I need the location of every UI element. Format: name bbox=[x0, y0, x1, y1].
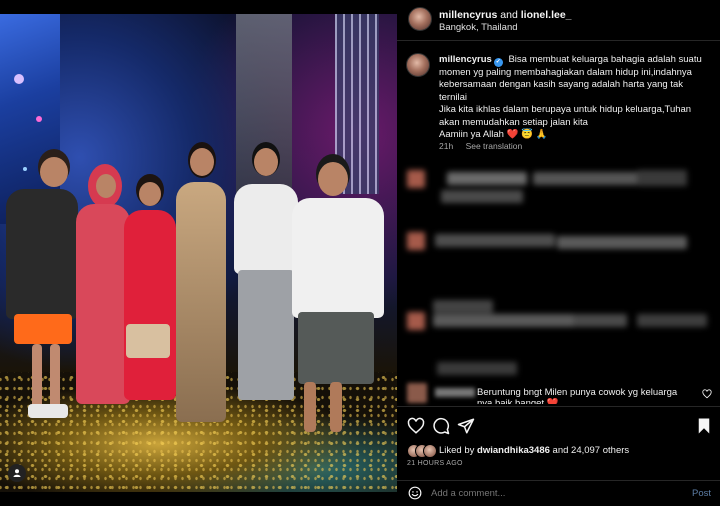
blurred-comment bbox=[407, 232, 707, 272]
comment-icon[interactable] bbox=[432, 417, 450, 435]
user-tag-icon[interactable] bbox=[8, 464, 26, 482]
caption-meta: 21h See translation bbox=[439, 141, 532, 151]
post-actions bbox=[397, 406, 720, 445]
bookmark-icon[interactable] bbox=[695, 417, 713, 435]
post-comment-button[interactable]: Post bbox=[692, 488, 711, 499]
likes-text[interactable]: Liked by dwiandhika3486 and 24,097 other… bbox=[439, 445, 629, 456]
verified-badge-icon: ✓ bbox=[493, 58, 503, 67]
caption-text-2: Jika kita ikhlas dalam berupaya untuk hi… bbox=[439, 104, 692, 128]
person-4 bbox=[170, 142, 236, 432]
caption-username[interactable]: millencyrus bbox=[439, 54, 492, 65]
author-avatar[interactable] bbox=[408, 7, 432, 31]
authors-connector: and bbox=[500, 9, 518, 21]
caption-avatar[interactable] bbox=[406, 53, 430, 77]
share-icon[interactable] bbox=[457, 417, 475, 435]
caption-text-3: Aamiin ya Allah ❤️ 😇 🙏 bbox=[439, 129, 548, 141]
emoji-icon[interactable] bbox=[408, 486, 422, 500]
post-location[interactable]: Bangkok, Thailand bbox=[439, 22, 518, 33]
likes-user[interactable]: dwiandhika3486 bbox=[477, 445, 550, 456]
comment-item: Beruntung bngt Milen punya cowok yg kelu… bbox=[407, 383, 707, 405]
see-translation-link[interactable]: See translation bbox=[466, 141, 523, 151]
commenter-username bbox=[435, 388, 475, 397]
add-comment-bar: Post bbox=[397, 480, 720, 506]
post-photo[interactable] bbox=[0, 14, 397, 492]
comment-text-cont: nya baik banget ❤️ bbox=[477, 398, 559, 404]
add-comment-input[interactable] bbox=[431, 488, 651, 499]
likes-suffix[interactable]: and 24,097 others bbox=[553, 445, 630, 456]
liker-avatar bbox=[423, 444, 437, 458]
heart-icon[interactable] bbox=[407, 417, 425, 435]
post-authors: millencyrus and lionel.lee_ bbox=[439, 9, 572, 21]
commenter-avatar[interactable] bbox=[407, 383, 427, 403]
post-header: millencyrus and lionel.lee_ Bangkok, Tha… bbox=[397, 0, 720, 41]
blurred-comment bbox=[437, 362, 587, 376]
comment-like-heart-icon[interactable] bbox=[702, 389, 712, 399]
blurred-comment bbox=[407, 170, 707, 210]
author-username[interactable]: millencyrus bbox=[439, 9, 497, 21]
post-side-panel: millencyrus and lionel.lee_ Bangkok, Tha… bbox=[397, 0, 720, 505]
post-caption: millencyrus ✓ Bisa membuat keluarga bahag… bbox=[439, 54, 709, 141]
likes-row: Liked by dwiandhika3486 and 24,097 other… bbox=[407, 444, 717, 458]
coauthor-username[interactable]: lionel.lee_ bbox=[521, 9, 572, 21]
blurred-comment bbox=[407, 300, 717, 340]
comment-text: Beruntung bngt Milen punya cowok yg kelu… bbox=[477, 387, 678, 398]
person-6 bbox=[288, 154, 388, 444]
person-1 bbox=[2, 149, 82, 429]
post-timestamp: 21 HOURS AGO bbox=[407, 460, 463, 467]
likes-prefix: Liked by bbox=[439, 445, 475, 456]
caption-age: 21h bbox=[439, 141, 454, 151]
